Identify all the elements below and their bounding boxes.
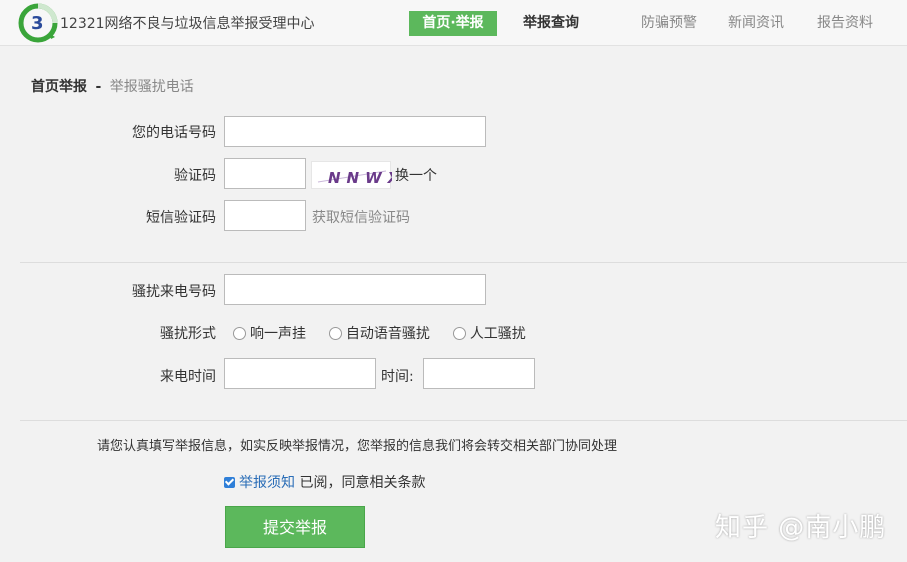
nav-news[interactable]: 新闻资讯 [728,11,784,36]
terms-checkbox[interactable] [224,477,235,488]
svg-text:3: 3 [31,13,44,34]
sms-code-input[interactable] [224,200,306,231]
sms-code-label: 短信验证码 [146,210,216,226]
radio-button[interactable] [452,327,466,340]
time-label: 时间: [381,369,414,385]
section-divider [20,420,907,421]
captcha-label: 验证码 [174,168,216,184]
captcha-text: NNWX [328,169,392,187]
terms-agreement: 举报须知 已阅，同意相关条款 [224,472,425,492]
breadcrumb-home[interactable]: 首页举报 [31,79,87,95]
nav-home-report[interactable]: 首页·举报 [409,11,497,36]
nav-report-query[interactable]: 举报查询 [523,11,579,36]
radio-option-ring-once[interactable]: 响一声挂 [233,326,306,342]
watermark: 知乎 @南小鹏 [715,513,887,543]
get-sms-code-button[interactable]: 获取短信验证码 [312,207,410,227]
radio-button[interactable] [233,327,246,340]
radio-option-manual[interactable]: 人工骚扰 [452,326,526,342]
section-divider [20,262,907,263]
harass-type-label: 骚扰形式 [160,326,216,342]
nav-fraud-warning[interactable]: 防骗预警 [641,11,697,36]
submit-report-button[interactable]: 提交举报 [225,506,365,548]
phone-input[interactable] [224,116,486,147]
site-title[interactable]: 12321网络不良与垃圾信息举报受理中心 [60,13,315,33]
radio-label: 人工骚扰 [469,326,526,342]
report-notice-text: 请您认真填写举报信息，如实反映举报情况，您举报的信息我们将会转交相关部门协同处理 [97,439,618,454]
breadcrumb: 首页举报 - 举报骚扰电话 [31,76,194,96]
radio-label: 响一声挂 [250,326,306,342]
site-logo-icon[interactable]: 3 [18,3,58,43]
captcha-image[interactable]: NNWX [311,161,399,189]
captcha-input[interactable] [224,158,306,189]
terms-link[interactable]: 举报须知 [239,475,295,491]
harass-number-input[interactable] [224,274,486,305]
call-date-input[interactable] [224,358,376,389]
breadcrumb-current: 举报骚扰电话 [109,79,194,95]
captcha-refresh-link[interactable]: 换一个 [395,165,437,185]
nav-reports[interactable]: 报告资料 [817,11,873,36]
radio-button[interactable] [328,327,342,340]
phone-label: 您的电话号码 [132,125,216,141]
call-time-label: 来电时间 [160,369,216,385]
harass-type-radio-group: 响一声挂 自动语音骚扰 人工骚扰 [233,323,526,343]
radio-label: 自动语音骚扰 [345,326,430,342]
call-time-input[interactable] [423,358,535,389]
terms-text: 已阅，同意相关条款 [299,475,426,491]
harass-number-label: 骚扰来电号码 [132,284,216,300]
radio-option-auto-voice[interactable]: 自动语音骚扰 [328,326,430,342]
top-header: 3 12321网络不良与垃圾信息举报受理中心 首页·举报 举报查询 防骗预警 新… [0,0,907,46]
breadcrumb-separator: - [95,79,102,95]
